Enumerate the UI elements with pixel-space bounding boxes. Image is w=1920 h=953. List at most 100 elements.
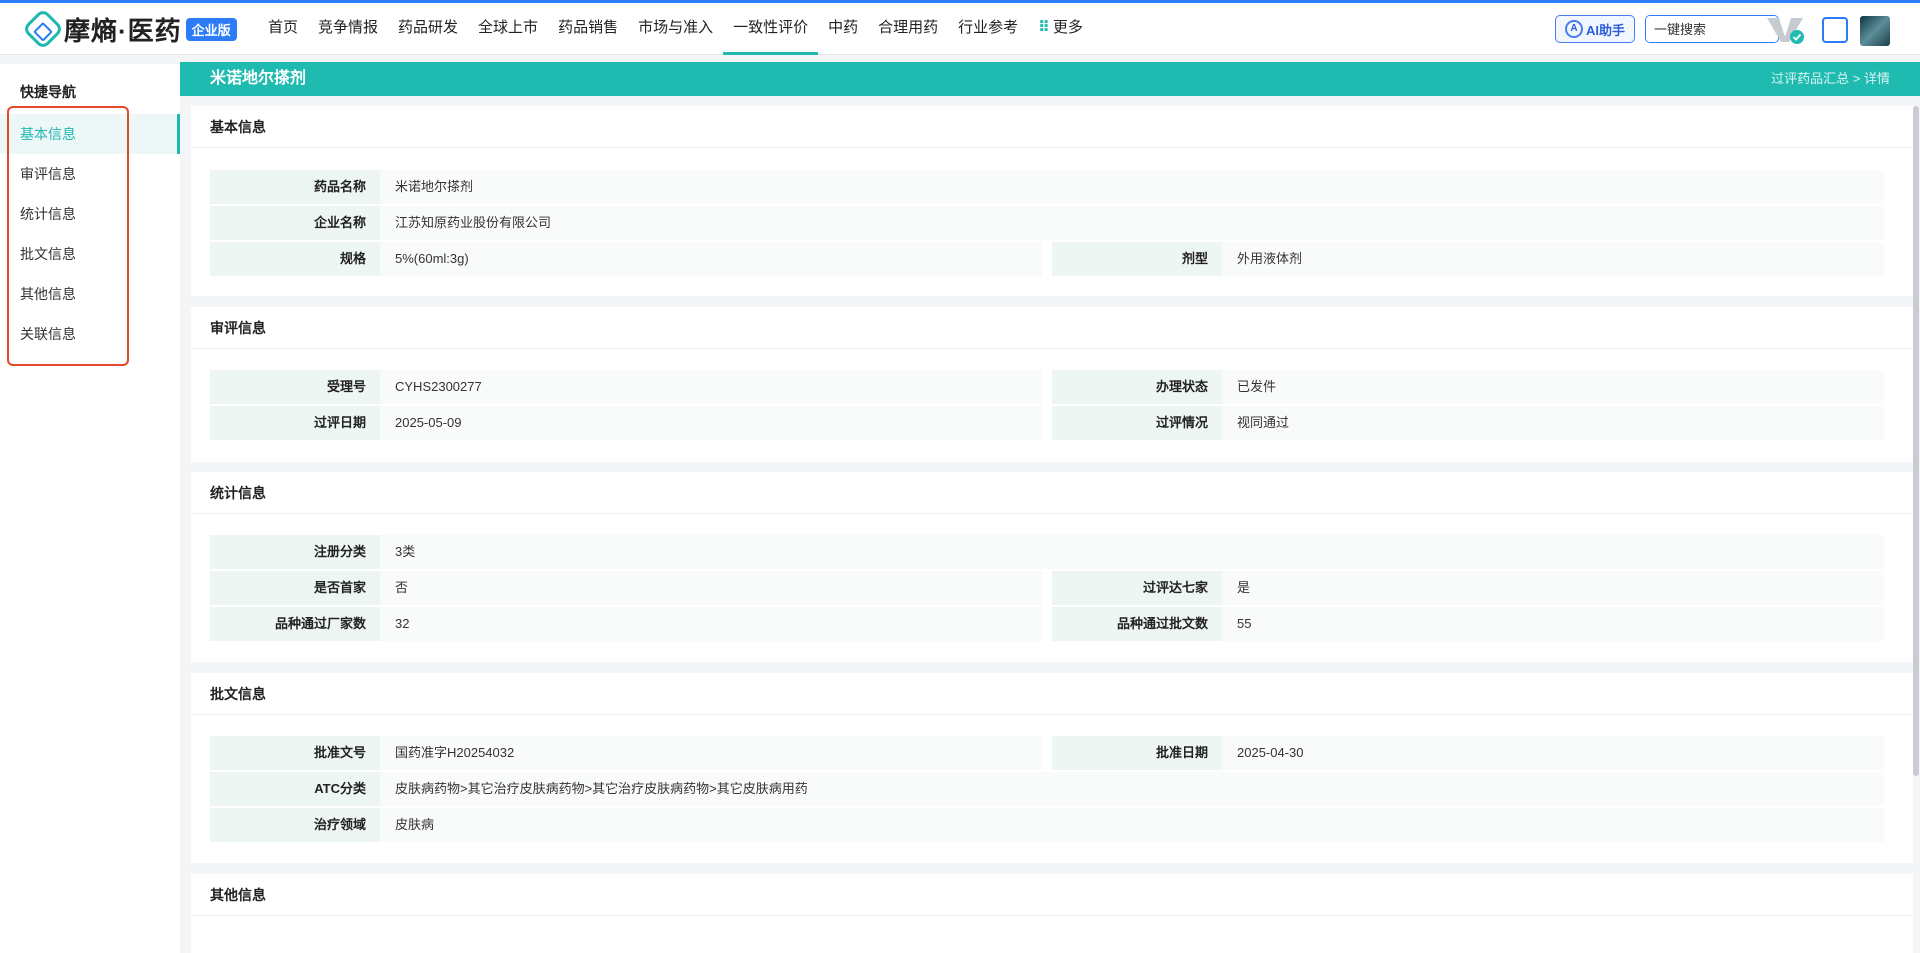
review-result-label: 过评情况 bbox=[1052, 406, 1222, 440]
quick-nav-approval[interactable]: 批文信息 bbox=[0, 234, 180, 274]
ai-assistant-label: AI助手 bbox=[1585, 22, 1625, 38]
therapy-field-label: 治疗领域 bbox=[210, 808, 380, 842]
spec-label: 规格 bbox=[210, 242, 380, 276]
atc-value: 皮肤病药物>其它治疗皮肤病药物>其它治疗皮肤病药物>其它皮肤病用药 bbox=[380, 772, 1884, 806]
page-title-bar: 米诺地尔搽剂 过评药品汇总 > 详情 bbox=[180, 62, 1920, 96]
quick-nav-review[interactable]: 审评信息 bbox=[0, 154, 180, 194]
drug-name-label: 药品名称 bbox=[210, 170, 380, 204]
quick-nav-other[interactable]: 其他信息 bbox=[0, 274, 180, 314]
info-row: 受理号 CYHS2300277 bbox=[210, 370, 1042, 404]
first-label: 是否首家 bbox=[210, 571, 380, 605]
nav-global-launch[interactable]: 全球上市 bbox=[468, 3, 548, 55]
info-row: 批准日期 2025-04-30 bbox=[1052, 736, 1884, 770]
ai-icon: A bbox=[1564, 20, 1583, 38]
factory-count-label: 品种通过厂家数 bbox=[210, 607, 380, 641]
seven-value: 是 bbox=[1222, 571, 1884, 605]
section-title: 审评信息 bbox=[191, 307, 1913, 349]
first-value: 否 bbox=[380, 571, 1042, 605]
company-label: 企业名称 bbox=[210, 206, 380, 240]
drug-name-value: 米诺地尔搽剂 bbox=[380, 170, 1884, 204]
company-value: 江苏知原药业股份有限公司 bbox=[380, 206, 1884, 240]
nav-home[interactable]: 首页 bbox=[258, 3, 308, 55]
info-row: 规格 5%(60ml:3g) bbox=[210, 242, 1042, 276]
nav-sales[interactable]: 药品销售 bbox=[548, 3, 628, 55]
grid-dots-icon: ⠿ bbox=[1038, 19, 1050, 36]
quick-nav-stats[interactable]: 统计信息 bbox=[0, 194, 180, 234]
info-row: 治疗领域 皮肤病 bbox=[210, 808, 1884, 842]
review-date-value: 2025-05-09 bbox=[380, 406, 1042, 440]
seven-label: 过评达七家 bbox=[1052, 571, 1222, 605]
page-title: 米诺地尔搽剂 bbox=[210, 70, 307, 87]
section-review-info: 审评信息 受理号 CYHS2300277 办理状态 已发件 过评日期 2025-… bbox=[191, 307, 1913, 462]
nav-more[interactable]: ⠿ 更多 bbox=[1028, 3, 1093, 55]
approval-count-label: 品种通过批文数 bbox=[1052, 607, 1222, 641]
nav-rd[interactable]: 药品研发 bbox=[388, 3, 468, 55]
dosage-label: 剂型 bbox=[1052, 242, 1222, 276]
section-other-info: 其他信息 bbox=[191, 874, 1913, 953]
info-row: 品种通过批文数 55 bbox=[1052, 607, 1884, 641]
nav-industry[interactable]: 行业参考 bbox=[948, 3, 1028, 55]
therapy-field-value: 皮肤病 bbox=[380, 808, 1884, 842]
guide-book-icon[interactable] bbox=[1822, 17, 1848, 43]
vip-icon[interactable] bbox=[1765, 15, 1805, 45]
status-label: 办理状态 bbox=[1052, 370, 1222, 404]
section-stats-info: 统计信息 注册分类 3类 是否首家 否 过评达七家 是 品种通过厂家数 32 品… bbox=[191, 472, 1913, 662]
approval-no-label: 批准文号 bbox=[210, 736, 380, 770]
enterprise-badge: 企业版 bbox=[185, 17, 237, 41]
quick-nav-title: 快捷导航 bbox=[20, 84, 76, 100]
approval-no-value: 国药准字H20254032 bbox=[380, 736, 1042, 770]
info-row: ATC分类 皮肤病药物>其它治疗皮肤病药物>其它治疗皮肤病药物>其它皮肤病用药 bbox=[210, 772, 1884, 806]
search-input[interactable] bbox=[1646, 16, 1778, 42]
top-header: 摩熵·医药 企业版 首页 竞争情报 药品研发 全球上市 药品销售 市场与准入 一… bbox=[0, 3, 1920, 55]
info-row: 剂型 外用液体剂 bbox=[1052, 242, 1884, 276]
info-row: 注册分类 3类 bbox=[210, 535, 1884, 569]
approval-date-label: 批准日期 bbox=[1052, 736, 1222, 770]
section-basic-info: 基本信息 药品名称 米诺地尔搽剂 企业名称 江苏知原药业股份有限公司 规格 5%… bbox=[191, 106, 1913, 296]
approval-count-value: 55 bbox=[1222, 607, 1884, 641]
breadcrumb[interactable]: 过评药品汇总 > 详情 bbox=[1771, 62, 1890, 96]
status-value: 已发件 bbox=[1222, 370, 1884, 404]
section-title: 基本信息 bbox=[191, 106, 1913, 148]
nav-consistency[interactable]: 一致性评价 bbox=[723, 3, 819, 55]
nav-more-label: 更多 bbox=[1052, 19, 1083, 36]
section-title: 其他信息 bbox=[191, 874, 1913, 916]
logo-icon bbox=[21, 7, 65, 51]
review-result-value: 视同通过 bbox=[1222, 406, 1884, 440]
spec-value: 5%(60ml:3g) bbox=[380, 242, 1042, 276]
info-row: 过评情况 视同通过 bbox=[1052, 406, 1884, 440]
ai-assistant-button[interactable]: A AI助手 bbox=[1555, 15, 1635, 43]
search-box bbox=[1645, 15, 1779, 43]
info-row: 是否首家 否 bbox=[210, 571, 1042, 605]
quick-nav-related[interactable]: 关联信息 bbox=[0, 314, 180, 354]
scrollbar[interactable] bbox=[1913, 106, 1919, 776]
quick-nav-sidebar: 快捷导航 基本信息 审评信息 统计信息 批文信息 其他信息 关联信息 bbox=[0, 64, 180, 953]
factory-count-value: 32 bbox=[380, 607, 1042, 641]
section-title: 统计信息 bbox=[191, 472, 1913, 514]
info-row: 药品名称 米诺地尔搽剂 bbox=[210, 170, 1884, 204]
section-approval-info: 批文信息 批准文号 国药准字H20254032 批准日期 2025-04-30 … bbox=[191, 673, 1913, 863]
reg-class-label: 注册分类 bbox=[210, 535, 380, 569]
dosage-value: 外用液体剂 bbox=[1222, 242, 1884, 276]
section-title: 批文信息 bbox=[191, 673, 1913, 715]
accept-no-label: 受理号 bbox=[210, 370, 380, 404]
quick-nav-basic[interactable]: 基本信息 bbox=[0, 114, 180, 154]
info-row: 过评日期 2025-05-09 bbox=[210, 406, 1042, 440]
nav-competition[interactable]: 竞争情报 bbox=[308, 3, 388, 55]
info-row: 企业名称 江苏知原药业股份有限公司 bbox=[210, 206, 1884, 240]
approval-date-value: 2025-04-30 bbox=[1222, 736, 1884, 770]
nav-market-access[interactable]: 市场与准入 bbox=[628, 3, 723, 55]
user-avatar[interactable] bbox=[1860, 16, 1890, 46]
info-row: 过评达七家 是 bbox=[1052, 571, 1884, 605]
info-row: 批准文号 国药准字H20254032 bbox=[210, 736, 1042, 770]
nav-tcm[interactable]: 中药 bbox=[818, 3, 868, 55]
info-row: 品种通过厂家数 32 bbox=[210, 607, 1042, 641]
atc-label: ATC分类 bbox=[210, 772, 380, 806]
review-date-label: 过评日期 bbox=[210, 406, 380, 440]
main-nav: 首页 竞争情报 药品研发 全球上市 药品销售 市场与准入 一致性评价 中药 合理… bbox=[258, 3, 1093, 55]
logo-text: 摩熵·医药 bbox=[64, 15, 182, 46]
info-row: 办理状态 已发件 bbox=[1052, 370, 1884, 404]
nav-rational-use[interactable]: 合理用药 bbox=[868, 3, 948, 55]
logo[interactable]: 摩熵·医药 企业版 bbox=[21, 7, 237, 51]
reg-class-value: 3类 bbox=[380, 535, 1884, 569]
accept-no-value: CYHS2300277 bbox=[380, 370, 1042, 404]
